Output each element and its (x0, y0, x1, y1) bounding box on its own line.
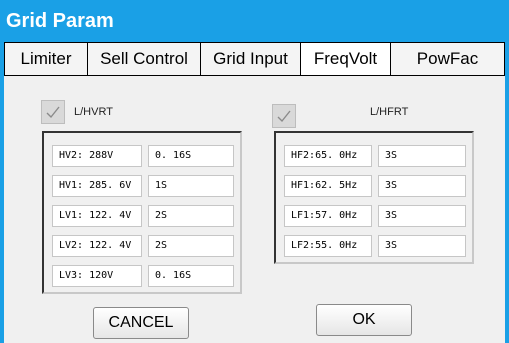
lf1-time-field[interactable]: 3S (378, 205, 466, 227)
lv3-value-field[interactable]: LV3: 120V (52, 265, 142, 287)
hv1-value-field[interactable]: HV1: 285. 6V (52, 175, 142, 197)
checkmark-icon (277, 110, 291, 123)
cancel-button[interactable]: CANCEL (93, 307, 189, 339)
tab-bar: Limiter Sell Control Grid Input FreqVolt… (4, 42, 505, 76)
tab-powfac[interactable]: PowFac (390, 42, 505, 76)
lf2-value-field[interactable]: LF2:55. 0Hz (284, 235, 372, 257)
tab-sell-control[interactable]: Sell Control (87, 42, 201, 76)
lf1-value-field[interactable]: LF1:57. 0Hz (284, 205, 372, 227)
tab-grid-input[interactable]: Grid Input (200, 42, 301, 76)
hv2-value-field[interactable]: HV2: 288V (52, 145, 142, 167)
hv2-time-field[interactable]: 0. 16S (148, 145, 234, 167)
lv3-time-field[interactable]: 0. 16S (148, 265, 234, 287)
lhfrt-label: L/HFRT (370, 106, 409, 118)
hf2-value-field[interactable]: HF2:65. 0Hz (284, 145, 372, 167)
voltage-group: HV2: 288V 0. 16S HV1: 285. 6V 1S LV1: 12… (42, 131, 242, 294)
hf1-time-field[interactable]: 3S (378, 175, 466, 197)
checkmark-icon (46, 106, 60, 119)
hf2-time-field[interactable]: 3S (378, 145, 466, 167)
ok-button[interactable]: OK (316, 304, 412, 336)
window-title: Grid Param (6, 10, 114, 32)
lhvrt-label: L/HVRT (74, 106, 113, 118)
lv1-time-field[interactable]: 2S (148, 205, 234, 227)
hf1-value-field[interactable]: HF1:62. 5Hz (284, 175, 372, 197)
lv1-value-field[interactable]: LV1: 122. 4V (52, 205, 142, 227)
freqvolt-panel: L/HVRT L/HFRT HV2: 288V 0. 16S HV1: 285.… (4, 75, 505, 343)
grid-param-window: Grid Param Limiter Sell Control Grid Inp… (0, 0, 509, 343)
lv2-value-field[interactable]: LV2: 122. 4V (52, 235, 142, 257)
tab-freqvolt[interactable]: FreqVolt (300, 42, 391, 76)
frequency-group: HF2:65. 0Hz 3S HF1:62. 5Hz 3S LF1:57. 0H… (274, 131, 474, 264)
lhfrt-checkbox[interactable] (272, 104, 296, 128)
lv2-time-field[interactable]: 2S (148, 235, 234, 257)
lf2-time-field[interactable]: 3S (378, 235, 466, 257)
tab-limiter[interactable]: Limiter (4, 42, 88, 76)
lhvrt-checkbox[interactable] (41, 100, 65, 124)
hv1-time-field[interactable]: 1S (148, 175, 234, 197)
